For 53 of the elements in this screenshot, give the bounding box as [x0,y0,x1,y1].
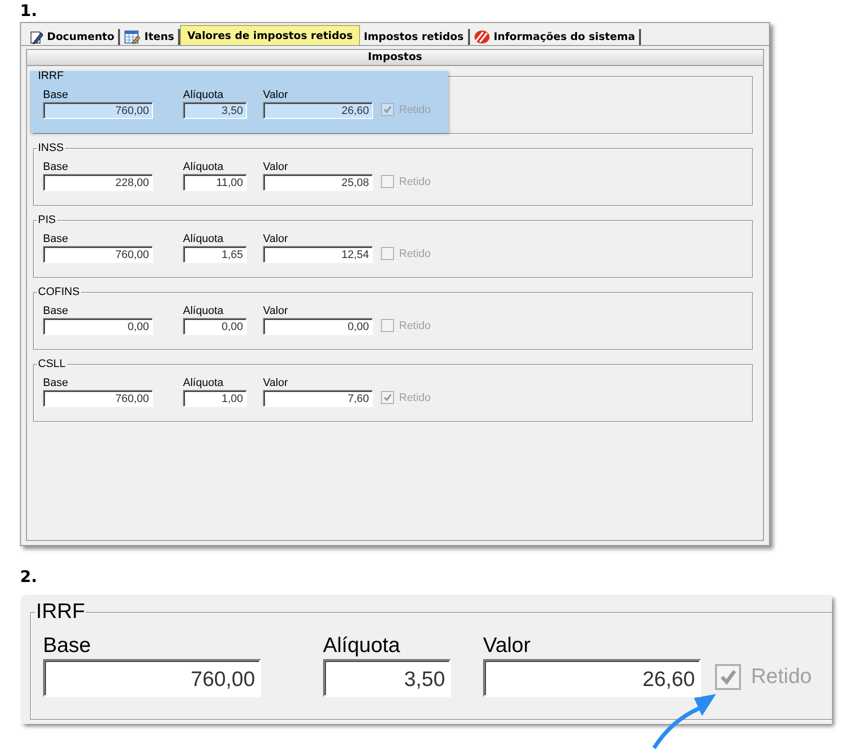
field-label: Base [43,305,70,318]
field-label: Base [43,233,70,246]
step-number: 2. [19,566,38,588]
field-label: Alíquota [183,161,224,174]
input-field[interactable]: 3,50 [323,659,451,697]
input-field[interactable]: 26,60 [483,659,701,697]
input-field[interactable]: 25,08 [263,174,373,191]
field-label: Base [43,633,92,659]
group-title: PIS [37,214,57,226]
checkbox-label: Retido [399,320,431,332]
group-title: COFINS [37,286,81,298]
checkbox-label: Retido [751,665,812,689]
field-label: Valor [263,305,289,318]
input-field[interactable]: 26,60 [263,102,373,119]
field-label: Valor [483,633,532,659]
group-title: CSLL [37,358,67,370]
input-field[interactable]: 12,54 [263,246,373,263]
field-label: Valor [263,161,289,174]
input-field[interactable]: 3,50 [183,102,247,119]
input-field[interactable]: 760,00 [43,102,153,119]
tab[interactable]: Impostos retidos [360,29,470,45]
checkbox-label: Retido [399,104,431,116]
step-number: 1. [19,0,38,22]
input-field[interactable]: 11,00 [183,174,247,191]
input-field[interactable]: 0,00 [263,318,373,335]
checkbox-label: Retido [399,176,431,188]
field-label: Alíquota [183,377,224,390]
input-field[interactable]: 760,00 [43,390,153,407]
field-label: Alíquota [183,233,224,246]
input-field[interactable]: 760,00 [43,246,153,263]
field-label: Base [43,377,70,390]
input-field[interactable]: 0,00 [183,318,247,335]
field-label: Valor [263,377,289,390]
group-title: IRRF [37,70,65,82]
field-label: Base [43,89,70,102]
group-title: INSS [37,142,65,154]
field-label: Base [43,161,70,174]
input-field[interactable]: 228,00 [43,174,153,191]
input-field[interactable]: 0,00 [43,318,153,335]
field-label: Valor [263,89,289,102]
panel-header: Impostos [27,50,763,66]
input-field[interactable]: 1,00 [183,390,247,407]
input-field[interactable]: 1,65 [183,246,247,263]
field-label: Valor [263,233,289,246]
field-label: Alíquota [183,305,224,318]
field-label: Alíquota [183,89,224,102]
checkbox-label: Retido [399,392,431,404]
field-label: Alíquota [323,633,402,659]
tab[interactable]: Valores de impostos retidos [180,25,360,45]
input-field[interactable]: 760,00 [43,659,261,697]
tab[interactable]: Informações do sistema [470,29,642,45]
input-field[interactable]: 7,60 [263,390,373,407]
checkbox-label: Retido [399,248,431,260]
